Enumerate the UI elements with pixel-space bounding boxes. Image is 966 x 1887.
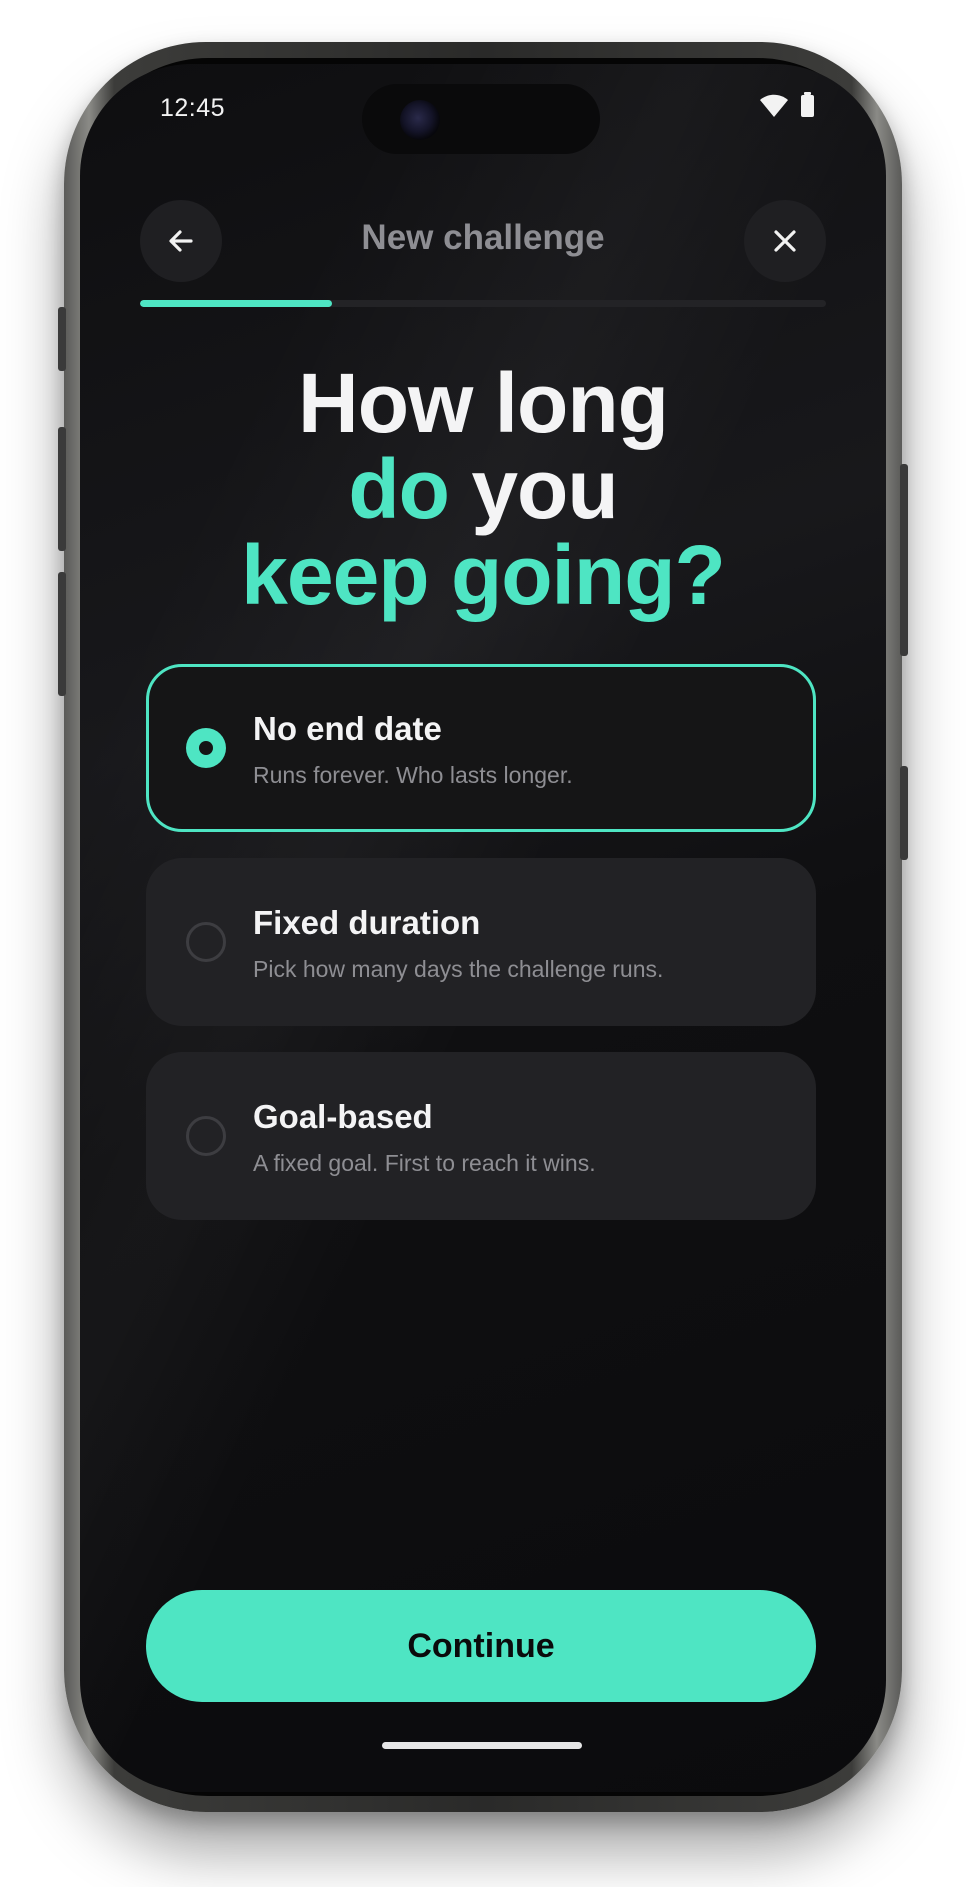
close-button[interactable] bbox=[744, 200, 826, 282]
phone-frame: 12:45 New challenge How long do you keep… bbox=[58, 42, 908, 1812]
page: 12:45 New challenge How long do you keep… bbox=[0, 0, 966, 1887]
side-button bbox=[900, 766, 908, 860]
option-description: Pick how many days the challenge runs. bbox=[253, 956, 664, 982]
radio-unselected[interactable] bbox=[186, 922, 226, 962]
headline-line-1: How long bbox=[80, 360, 886, 446]
progress-fill bbox=[140, 300, 333, 307]
status-time: 12:45 bbox=[160, 94, 226, 122]
status-icons bbox=[759, 92, 814, 118]
option-description: Runs forever. Who lasts longer. bbox=[253, 762, 573, 788]
option-description: A fixed goal. First to reach it wins. bbox=[253, 1150, 596, 1176]
wifi-icon bbox=[760, 94, 788, 117]
headline-line-2: do you bbox=[80, 446, 886, 532]
headline-text: keep going? bbox=[241, 528, 726, 622]
headline-line-3: keep going? bbox=[80, 532, 886, 618]
headline-text: do bbox=[348, 442, 450, 536]
option-title: Goal-based bbox=[253, 1098, 433, 1135]
battery-icon bbox=[801, 92, 814, 117]
side-button bbox=[58, 427, 66, 551]
option-title: Fixed duration bbox=[253, 904, 481, 941]
progress-bar bbox=[140, 300, 826, 307]
home-indicator[interactable] bbox=[382, 1742, 582, 1749]
side-button bbox=[900, 464, 908, 656]
headline: How long do you keep going? bbox=[80, 360, 886, 618]
option-no-end-date[interactable]: No end date Runs forever. Who lasts long… bbox=[146, 664, 816, 832]
camera-lens bbox=[400, 100, 440, 140]
side-button bbox=[58, 307, 66, 371]
camera-cutout bbox=[362, 84, 600, 154]
option-title: No end date bbox=[253, 710, 442, 747]
close-icon bbox=[774, 230, 796, 252]
headline-text: How long bbox=[298, 356, 669, 450]
headline-text: you bbox=[471, 442, 618, 536]
radio-selected[interactable] bbox=[186, 728, 226, 768]
continue-button[interactable]: Continue bbox=[146, 1590, 816, 1702]
option-fixed-duration[interactable]: Fixed duration Pick how many days the ch… bbox=[146, 858, 816, 1026]
screen: 12:45 New challenge How long do you keep… bbox=[80, 64, 886, 1792]
radio-unselected[interactable] bbox=[186, 1116, 226, 1156]
side-button bbox=[58, 572, 66, 696]
option-goal-based[interactable]: Goal-based A fixed goal. First to reach … bbox=[146, 1052, 816, 1220]
